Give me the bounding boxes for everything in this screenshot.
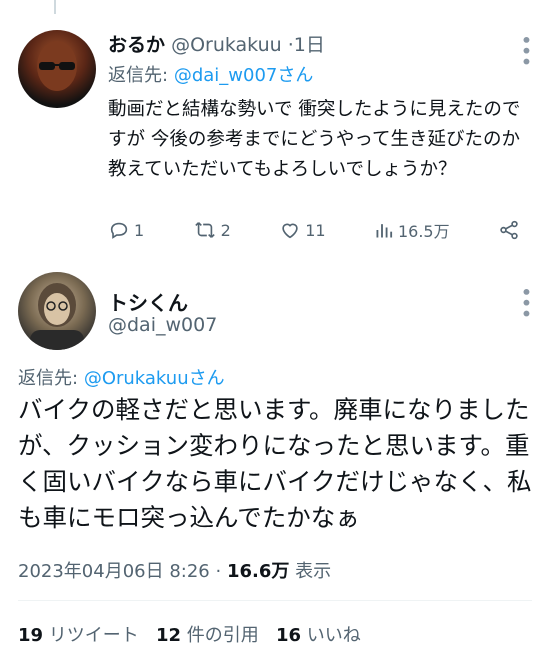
views-label: 表示 [295,561,332,582]
divider [18,600,532,601]
avatar[interactable] [18,272,96,350]
more-options-icon[interactable]: ••• [514,286,538,318]
tweet-header: おるか @Orukakuu ·1日 [108,30,325,57]
tweet-text: バイクの軽さだと思います。廃車になりましたが、クッション変わりになったと思います… [18,395,532,532]
retweet-button[interactable]: 2 [193,219,231,241]
likes-value: 16 [275,625,301,646]
view-count: 16.5万 [397,222,450,241]
author-handle[interactable]: @dai_w007 [108,314,217,336]
author-name[interactable]: トシくん [108,287,188,316]
tweet-meta: 2023年04月06日 8:26 · 16.6万 表示 [18,557,331,583]
reply-to-line: 返信先: @Orukakuuさん [18,364,225,390]
share-icon [500,220,518,240]
reply-icon [110,222,128,239]
reply-to-label: 返信先: [18,368,79,389]
quotes-label: 件の引用 [186,625,259,646]
author-name[interactable]: おるか [108,34,165,56]
timestamp[interactable]: 2023年04月06日 8:26 [18,561,210,582]
reply-to-label: 返信先: [108,65,169,86]
reply-to-handle[interactable]: @dai_w007さん [174,65,314,86]
separator-dot: · [215,561,222,582]
reply-count: 1 [134,220,145,240]
reply-to-handle[interactable]: @Orukakuuさん [84,368,225,389]
quotes-stat[interactable]: 12 件の引用 [156,625,259,646]
action-bar: 1 2 11 16.5万 [108,216,520,244]
avatar[interactable] [18,30,96,108]
author-handle[interactable]: @Orukakuu [171,34,282,56]
views-value: 16.6万 [226,561,290,582]
tweet-text: 動画だと結構な勢いで 衝突したように見えたのですが 今後の参考までにどうやって生… [108,99,521,180]
views-button[interactable]: 16.5万 [374,218,450,242]
tweet-time[interactable]: 1日 [294,34,325,56]
thread-connector [54,0,56,14]
like-count: 11 [305,220,326,240]
share-button[interactable] [498,219,520,241]
analytics-icon [376,224,393,238]
quotes-value: 12 [155,625,182,646]
likes-label: いいね [306,625,361,646]
reply-button[interactable]: 1 [108,219,144,241]
engagement-stats: 19 リツイート 12 件の引用 16 いいね [18,621,361,647]
reply-to-line: 返信先: @dai_w007さん [108,61,313,87]
likes-stat[interactable]: 16 いいね [276,625,361,646]
retweets-label: リツイート [48,625,139,646]
like-button[interactable]: 11 [279,219,326,241]
retweet-icon [194,222,215,238]
more-options-icon[interactable]: ••• [514,34,538,66]
retweets-value: 19 [18,625,44,646]
retweets-stat[interactable]: 19 リツイート [18,625,139,646]
retweet-count: 2 [220,220,231,240]
heart-icon [282,223,298,239]
